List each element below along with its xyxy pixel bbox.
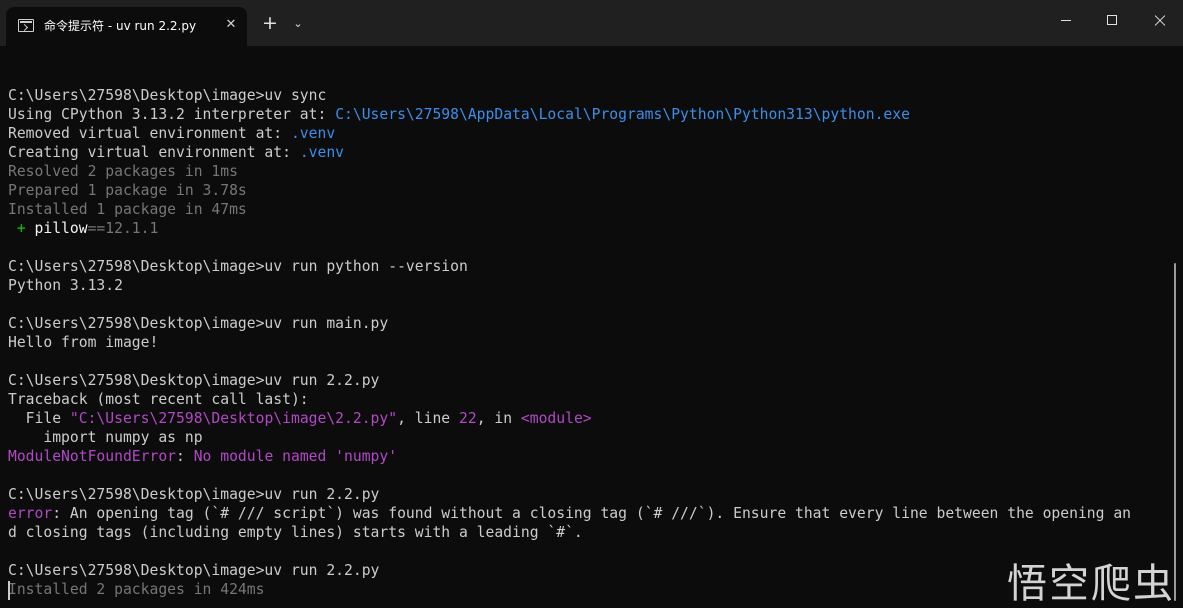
minimize-icon bbox=[1061, 20, 1071, 21]
terminal-text: import numpy as np bbox=[8, 429, 203, 446]
new-tab-button[interactable]: + bbox=[259, 13, 281, 35]
terminal-text: : An opening tag (`# /// script`) was fo… bbox=[52, 505, 1132, 522]
terminal-text: Traceback (most recent call last): bbox=[8, 391, 309, 408]
close-icon bbox=[1154, 14, 1166, 26]
terminal-icon bbox=[18, 19, 34, 32]
terminal-text: C:\Users\27598\Desktop\image>uv run 2.2.… bbox=[8, 372, 380, 389]
terminal-text: C:\Users\27598\Desktop\image>uv run pyth… bbox=[8, 258, 468, 275]
tab-title: 命令提示符 - uv run 2.2.py bbox=[44, 19, 197, 33]
terminal-text: Hello from image! bbox=[8, 334, 159, 351]
terminal-text: C:\Users\27598\Desktop\image>uv run 2.2.… bbox=[8, 562, 380, 579]
terminal-line: Removed virtual environment at: .venv bbox=[8, 124, 1163, 143]
terminal-line: C:\Users\27598\Desktop\image>uv run pyth… bbox=[8, 257, 1163, 276]
terminal-text: Resolved 2 packages in 1ms bbox=[8, 163, 238, 180]
terminal-text: + bbox=[8, 220, 35, 237]
terminal-text: No module named 'numpy' bbox=[193, 448, 398, 465]
terminal-text: Using CPython 3.13.2 interpreter at: bbox=[8, 106, 336, 123]
terminal-text: error bbox=[8, 505, 53, 522]
terminal-text: File bbox=[8, 410, 70, 427]
terminal-line: import numpy as np bbox=[8, 428, 1163, 447]
terminal-text: 22 bbox=[459, 410, 477, 427]
terminal-text: Installed 1 package in 47ms bbox=[8, 201, 247, 218]
title-bar: 命令提示符 - uv run 2.2.py ✕ + ⌄ bbox=[0, 0, 1183, 46]
terminal-line: C:\Users\27598\Desktop\image>uv sync bbox=[8, 86, 1163, 105]
terminal-line: C:\Users\27598\Desktop\image>uv run 2.2.… bbox=[8, 485, 1163, 504]
terminal-line: C:\Users\27598\Desktop\image>uv run main… bbox=[8, 314, 1163, 333]
close-window-button[interactable] bbox=[1137, 0, 1183, 40]
terminal-line: File "C:\Users\27598\Desktop\image\2.2.p… bbox=[8, 409, 1163, 428]
tab-command-prompt[interactable]: 命令提示符 - uv run 2.2.py ✕ bbox=[6, 7, 247, 46]
terminal-text: Installed 2 packages in 424ms bbox=[8, 581, 265, 598]
maximize-icon bbox=[1107, 15, 1117, 25]
terminal-line: d closing tags (including empty lines) s… bbox=[8, 523, 1163, 542]
terminal-line: ModuleNotFoundError: No module named 'nu… bbox=[8, 447, 1163, 466]
terminal-text: <module> bbox=[520, 410, 592, 427]
tab-dropdown-button[interactable]: ⌄ bbox=[290, 14, 306, 34]
terminal-line: error: An opening tag (`# /// script`) w… bbox=[8, 504, 1163, 523]
maximize-button[interactable] bbox=[1089, 0, 1135, 40]
terminal-text: : bbox=[176, 448, 194, 465]
terminal-text: ==12.1.1 bbox=[87, 220, 159, 237]
terminal-text: , line bbox=[397, 410, 459, 427]
terminal-text: Removed virtual environment at: bbox=[8, 125, 291, 142]
terminal-line: Installed 1 package in 47ms bbox=[8, 200, 1163, 219]
text-cursor bbox=[8, 581, 10, 600]
terminal-line: Installed 2 packages in 424ms bbox=[8, 580, 1163, 599]
terminal-line: Creating virtual environment at: .venv bbox=[8, 143, 1163, 162]
tab-close-button[interactable]: ✕ bbox=[222, 16, 240, 34]
terminal-text: "C:\Users\27598\Desktop\image\2.2.py" bbox=[69, 410, 398, 427]
terminal-line: C:\Users\27598\Desktop\image>uv run 2.2.… bbox=[8, 561, 1163, 580]
terminal-text: C:\Users\27598\Desktop\image>uv sync bbox=[8, 87, 327, 104]
terminal-output[interactable]: C:\Users\27598\Desktop\image>uv sync Usin… bbox=[8, 67, 1163, 599]
terminal-text: , in bbox=[476, 410, 521, 427]
terminal-text: .venv bbox=[299, 144, 345, 161]
terminal-text: .venv bbox=[290, 125, 336, 142]
scrollbar[interactable] bbox=[1174, 263, 1176, 601]
terminal-text: Creating virtual environment at: bbox=[8, 144, 300, 161]
terminal-line: Traceback (most recent call last): bbox=[8, 390, 1163, 409]
terminal-text: ModuleNotFoundError bbox=[8, 448, 177, 465]
minimize-button[interactable] bbox=[1043, 0, 1089, 40]
terminal-text: Python 3.13.2 bbox=[8, 277, 123, 294]
terminal-line: C:\Users\27598\Desktop\image>uv run 2.2.… bbox=[8, 371, 1163, 390]
terminal-text: C:\Users\27598\AppData\Local\Programs\Py… bbox=[335, 106, 910, 123]
terminal-text: d closing tags (including empty lines) s… bbox=[8, 524, 583, 541]
watermark: 悟空爬虫 bbox=[1007, 561, 1175, 607]
terminal-text: Prepared 1 package in 3.78s bbox=[8, 182, 247, 199]
terminal-line: Resolved 2 packages in 1ms bbox=[8, 162, 1163, 181]
terminal-text: pillow bbox=[34, 220, 88, 237]
terminal-text: C:\Users\27598\Desktop\image>uv run 2.2.… bbox=[8, 486, 380, 503]
terminal-line: Using CPython 3.13.2 interpreter at: C:\… bbox=[8, 105, 1163, 124]
terminal-line: Hello from image! bbox=[8, 333, 1163, 352]
terminal-line: Prepared 1 package in 3.78s bbox=[8, 181, 1163, 200]
terminal-text: C:\Users\27598\Desktop\image>uv run main… bbox=[8, 315, 389, 332]
terminal-line: Python 3.13.2 bbox=[8, 276, 1163, 295]
terminal-line: + pillow==12.1.1 bbox=[8, 219, 1163, 238]
